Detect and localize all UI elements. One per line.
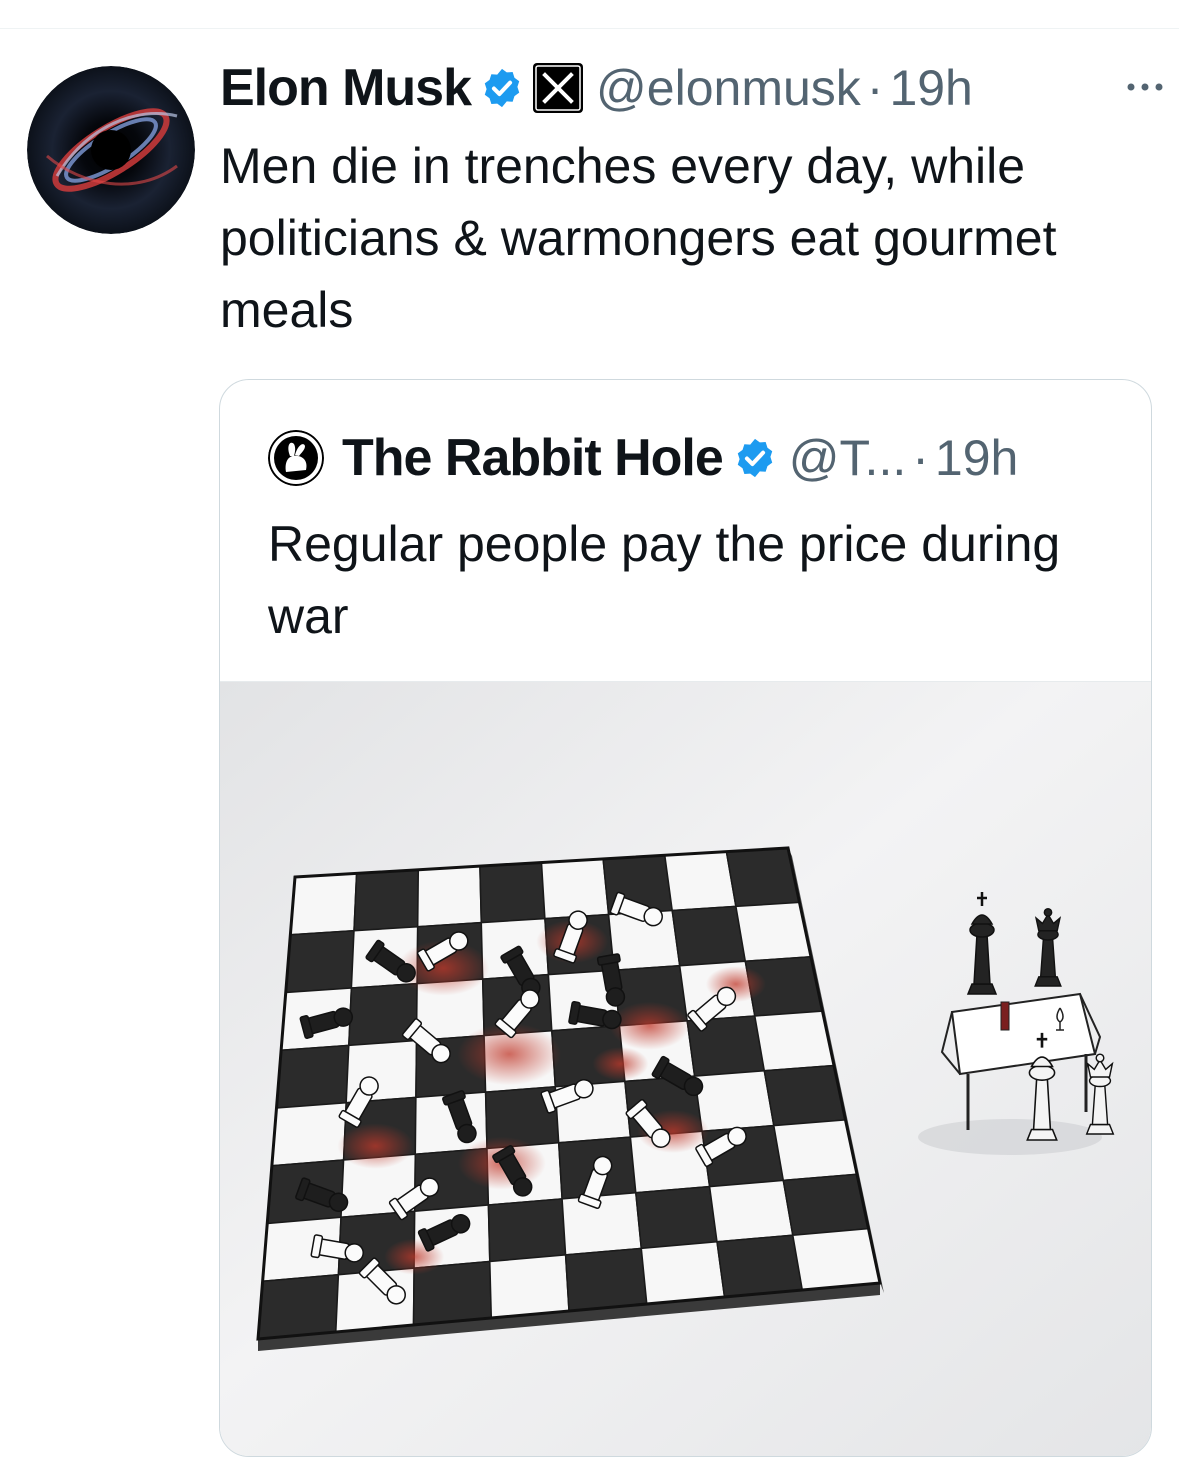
x-logo-icon bbox=[532, 62, 584, 114]
board-square bbox=[640, 1240, 726, 1305]
board-square bbox=[772, 1119, 858, 1182]
board-square bbox=[716, 1234, 804, 1298]
quoted-author-handle[interactable]: @T... bbox=[789, 429, 906, 487]
blood-stain bbox=[592, 1047, 649, 1081]
board-square bbox=[791, 1227, 881, 1291]
tweet-text: Men die in trenches every day, while pol… bbox=[220, 138, 1057, 338]
quoted-tweet-text: Regular people pay the price during war bbox=[268, 516, 1061, 644]
board-square bbox=[671, 905, 747, 967]
tweet-header: Elon Musk @elonmusk · 19h bbox=[220, 56, 1160, 120]
board-square bbox=[540, 858, 610, 920]
board-square bbox=[353, 869, 420, 932]
board-square bbox=[416, 865, 483, 928]
board-square bbox=[634, 1185, 718, 1250]
author-name[interactable]: Elon Musk bbox=[220, 58, 472, 118]
quoted-tweet-card[interactable]: The Rabbit Hole @T... · 19h Regular peop… bbox=[219, 379, 1152, 1457]
dot-separator: · bbox=[912, 430, 929, 486]
board-square bbox=[271, 1101, 347, 1167]
board-square bbox=[489, 1254, 570, 1319]
board-square bbox=[663, 850, 737, 912]
author-handle[interactable]: @elonmusk bbox=[596, 59, 861, 117]
author-avatar[interactable] bbox=[27, 66, 195, 234]
blood-stain bbox=[337, 1123, 414, 1169]
dot-separator: · bbox=[866, 60, 884, 116]
verified-badge-icon bbox=[480, 66, 524, 110]
board-square bbox=[735, 901, 812, 962]
board-square bbox=[289, 872, 358, 936]
rabbit-avatar bbox=[268, 430, 324, 486]
board-square bbox=[753, 1010, 835, 1072]
top-divider bbox=[0, 28, 1179, 29]
board-square bbox=[782, 1173, 870, 1237]
board-square bbox=[564, 1247, 648, 1312]
board-square bbox=[257, 1273, 340, 1340]
quoted-tweet-header: The Rabbit Hole @T... · 19h bbox=[268, 428, 1018, 488]
board-square bbox=[284, 929, 355, 994]
board-square bbox=[693, 1070, 775, 1133]
board-square bbox=[561, 1191, 643, 1256]
more-options-icon[interactable] bbox=[1125, 80, 1165, 98]
verified-badge-icon bbox=[733, 436, 777, 480]
board-square bbox=[479, 861, 546, 924]
board-square bbox=[708, 1179, 794, 1243]
quoted-tweet-time[interactable]: 19h bbox=[935, 429, 1018, 487]
tweet-time[interactable]: 19h bbox=[889, 59, 972, 117]
chessboard-illustration[interactable] bbox=[220, 681, 1151, 1456]
quoted-author-name[interactable]: The Rabbit Hole bbox=[342, 428, 724, 488]
board-square bbox=[487, 1198, 567, 1263]
blood-stain bbox=[609, 1001, 690, 1050]
board-square bbox=[275, 1044, 350, 1109]
board-square bbox=[763, 1064, 847, 1127]
